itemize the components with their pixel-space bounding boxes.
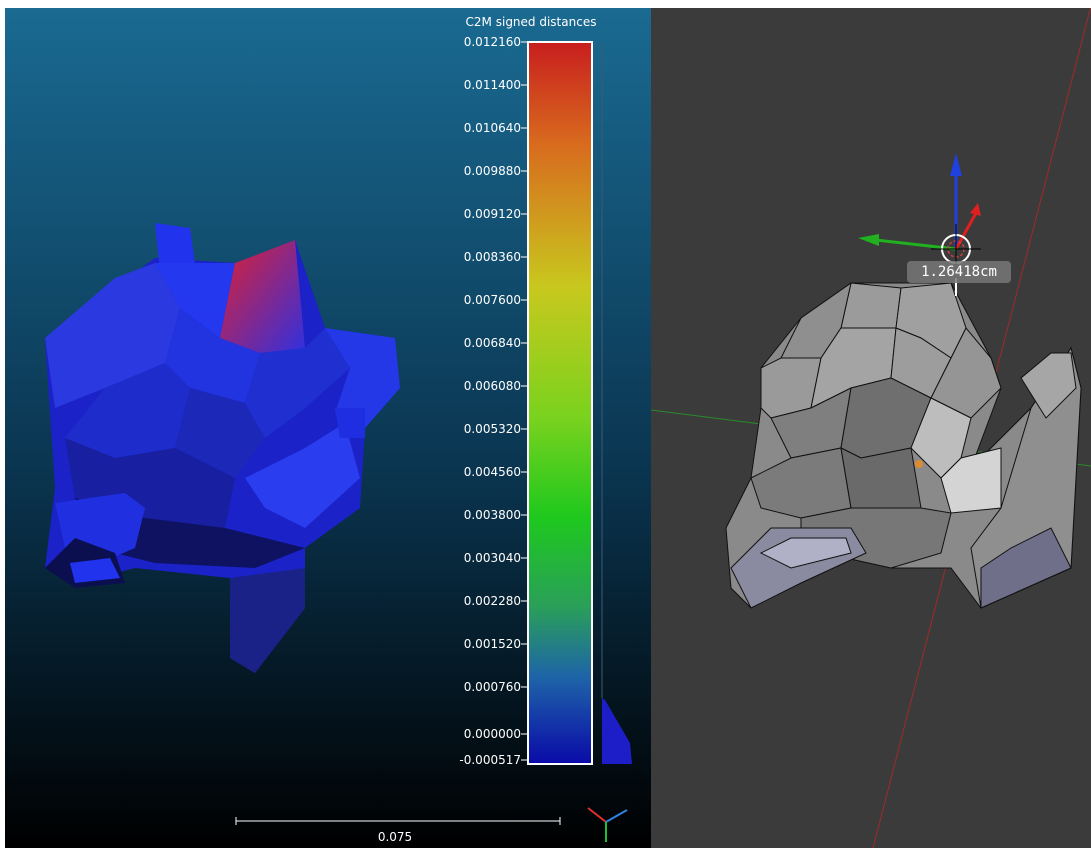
scale-bar-value: 0.075 (377, 830, 413, 844)
colorbar-tick-label: 0.004560 (463, 465, 521, 479)
colorbar-tick-label: 0.009120 (463, 207, 521, 221)
colorbar-tick-label: 0.000000 (463, 727, 521, 741)
colorbar-tick-label: 0.003800 (463, 508, 521, 522)
colorbar-tick-label: 0.006840 (463, 336, 521, 350)
blender-viewport[interactable] (651, 8, 1091, 848)
colorbar-tick-label: 0.007600 (463, 293, 521, 307)
colorbar-tick-label: 0.010640 (463, 121, 521, 135)
viewport-canvas[interactable] (5, 8, 651, 848)
colorbar-tick-label: 0.002280 (463, 594, 521, 608)
measurement-label: 1.26418cm (907, 261, 1011, 283)
colorbar-tick-label: 0.008360 (463, 250, 521, 264)
scalar-field-title: C2M signed distances (465, 15, 597, 29)
colorbar-tick-label: 0.012160 (463, 35, 521, 49)
suzanne-mesh[interactable] (725, 281, 1082, 609)
blender-viewport-canvas[interactable] (651, 8, 1091, 848)
colorbar-tick-label: 0.003040 (463, 551, 521, 565)
colorbar-tick-label: 0.009880 (463, 164, 521, 178)
colorbar-tick-label: 0.000760 (463, 680, 521, 694)
colorbar-tick-label: -0.000517 (459, 753, 521, 767)
colorbar-tick-label: 0.011400 (463, 78, 521, 92)
cloudcompare-viewport[interactable]: C2M signed distances 0.012160 0.011400 0… (5, 8, 651, 848)
colorbar-tick-label: 0.006080 (463, 379, 521, 393)
colorbar-tick-label: 0.001520 (463, 637, 521, 651)
object-origin-icon (915, 460, 923, 468)
colorbar-tick-label: 0.005320 (463, 422, 521, 436)
